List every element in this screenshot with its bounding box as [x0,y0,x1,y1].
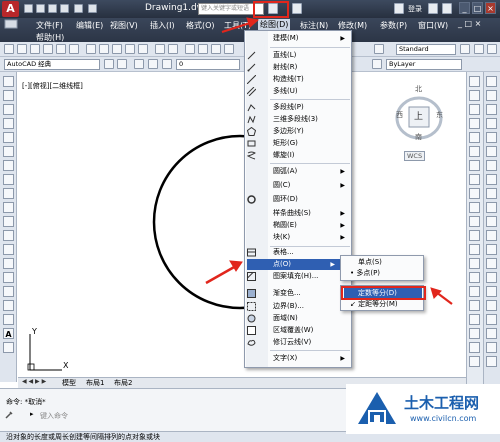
annotation-arrow-divide [430,287,453,305]
watermark-url: www.civilcn.com [410,414,477,423]
annotation-arrows [205,17,453,305]
annotation-arrow-menu [221,17,260,34]
watermark-brand: 土木工程网 [404,394,480,412]
watermark-logo-icon [356,390,398,428]
annotation-arrow-point [205,260,243,285]
